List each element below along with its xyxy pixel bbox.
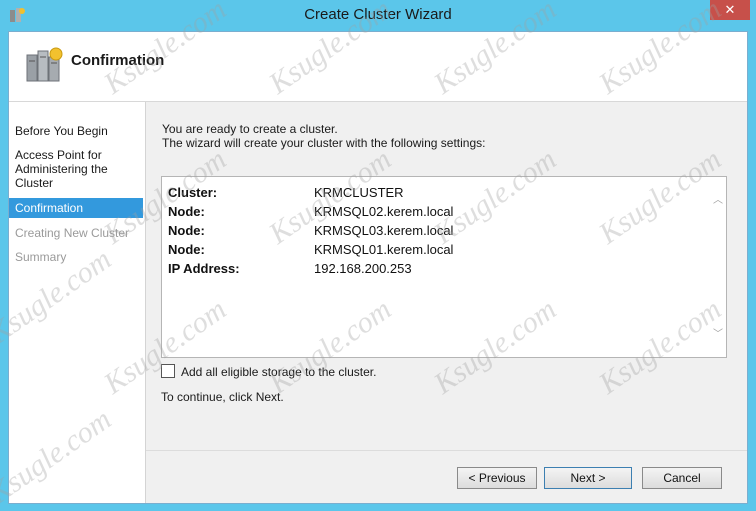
setting-value: KRMSQL03.kerem.local (314, 223, 454, 238)
close-button[interactable]: ✕ (710, 0, 750, 20)
setting-key: Node: (168, 223, 205, 238)
nav-step-summary: Summary (15, 250, 67, 264)
window-title: Create Cluster Wizard (304, 6, 452, 23)
nav-step-before-you-begin[interactable]: Before You Begin (9, 124, 143, 138)
setting-key: Cluster: (168, 185, 218, 200)
setting-value: 192.168.200.253 (314, 261, 412, 276)
setting-value: KRMSQL01.kerem.local (314, 242, 454, 257)
next-button[interactable]: Next > (544, 467, 632, 489)
scroll-down-chevron-icon[interactable]: ﹀ (710, 325, 726, 340)
nav-step-confirmation[interactable]: Confirmation (9, 198, 143, 218)
settings-summary-box[interactable]: Cluster: KRMCLUSTER Node: KRMSQL02.kerem… (161, 176, 727, 358)
title-bar[interactable]: Create Cluster Wizard ✕ (0, 0, 756, 30)
previous-button[interactable]: < Previous (457, 467, 537, 489)
nav-step-creating-new-cluster: Creating New Cluster (15, 226, 130, 240)
settings-row: Cluster: KRMCLUSTER (168, 183, 714, 202)
settings-list: Cluster: KRMCLUSTER Node: KRMSQL02.kerem… (168, 183, 714, 278)
wizard-window: Create Cluster Wizard ✕ Confirmation Bef… (0, 0, 756, 511)
intro-line-2: The wizard will create your cluster with… (162, 136, 486, 150)
wizard-steps-nav: Before You Begin Access Point for Admini… (9, 102, 146, 503)
page-title: Confirmation (71, 52, 165, 69)
cancel-button[interactable]: Cancel (642, 467, 722, 489)
add-storage-checkbox[interactable] (161, 364, 175, 378)
cluster-servers-icon (26, 47, 63, 82)
scroll-up-chevron-icon[interactable]: ︿ (710, 191, 726, 206)
setting-value: KRMSQL02.kerem.local (314, 204, 454, 219)
wizard-content: You are ready to create a cluster. The w… (146, 102, 747, 503)
add-storage-option[interactable]: Add all eligible storage to the cluster. (161, 364, 376, 379)
settings-row: IP Address: 192.168.200.253 (168, 259, 714, 278)
nav-step-access-point[interactable]: Access Point for Administering the Clust… (9, 148, 129, 190)
setting-key: IP Address: (168, 261, 240, 276)
settings-row: Node: KRMSQL03.kerem.local (168, 221, 714, 240)
setting-key: Node: (168, 242, 205, 257)
continue-instruction: To continue, click Next. (161, 390, 284, 404)
setting-key: Node: (168, 204, 205, 219)
add-storage-label: Add all eligible storage to the cluster. (181, 365, 377, 379)
wizard-header: Confirmation (9, 32, 747, 102)
intro-line-1: You are ready to create a cluster. (162, 122, 338, 136)
settings-row: Node: KRMSQL02.kerem.local (168, 202, 714, 221)
footer-divider (146, 450, 747, 451)
intro-text: You are ready to create a cluster. The w… (162, 122, 485, 150)
settings-row: Node: KRMSQL01.kerem.local (168, 240, 714, 259)
wizard-client-area: Confirmation Before You Begin Access Poi… (8, 31, 748, 504)
vertical-scrollbar[interactable]: ︿ ﹀ (710, 177, 726, 357)
setting-value: KRMCLUSTER (314, 185, 404, 200)
